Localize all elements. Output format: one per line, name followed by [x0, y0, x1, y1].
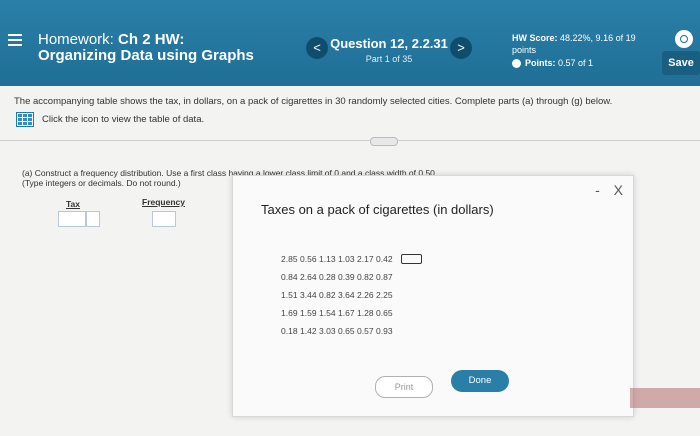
expand-handle[interactable]: [370, 137, 398, 146]
save-button[interactable]: Save: [662, 51, 700, 75]
question-title: Question 12, 2.2.31: [330, 36, 448, 51]
table-cell: 3.44: [300, 290, 317, 300]
score-panel: HW Score: 48.22%, 9.16 of 19 points Poin…: [512, 32, 636, 69]
table-row: 0.84 2.64 0.28 0.39 0.82 0.87: [281, 268, 422, 286]
table-cell: 0.84: [281, 272, 298, 282]
homework-label: Homework:: [38, 31, 114, 48]
table-row: 2.85 0.56 1.13 1.03 2.17 0.42: [281, 250, 422, 268]
divider: [0, 140, 700, 141]
view-table-link[interactable]: Click the icon to view the table of data…: [16, 112, 204, 127]
table-cell: 0.39: [338, 272, 355, 282]
copy-icon[interactable]: [401, 254, 422, 264]
table-cell: 3.64: [338, 290, 355, 300]
table-row: 1.51 3.44 0.82 3.64 2.26 2.25: [281, 286, 422, 304]
corner-action-button[interactable]: [630, 388, 700, 408]
table-cell: 2.64: [300, 272, 317, 282]
table-cell: 1.28: [357, 308, 374, 318]
table-cell: 2.26: [357, 290, 374, 300]
dialog-title: Taxes on a pack of cigarettes (in dollar…: [261, 202, 494, 217]
question-part: Part 1 of 35: [365, 54, 413, 64]
score-label: HW Score:: [512, 33, 558, 43]
close-icon[interactable]: X: [614, 182, 623, 198]
question-info: Question 12, 2.2.31 Part 1 of 35: [330, 36, 448, 64]
table-cell: 1.51: [281, 290, 298, 300]
homework-title: Homework: Ch 2 HW: Organizing Data using…: [38, 32, 254, 64]
homework-subtitle: Organizing Data using Graphs: [38, 47, 254, 64]
chevron-right-icon: >: [457, 40, 465, 55]
table-cell: 1.67: [338, 308, 355, 318]
table-cell: 0.87: [376, 272, 393, 282]
homework-name: Ch 2 HW:: [118, 31, 185, 48]
prev-question-button[interactable]: <: [306, 37, 328, 59]
data-table-dialog: - X Taxes on a pack of cigarettes (in do…: [232, 175, 634, 417]
next-question-button[interactable]: >: [450, 37, 472, 59]
view-table-text: Click the icon to view the table of data…: [42, 114, 205, 125]
points-label: Points:: [525, 58, 556, 68]
minimize-icon[interactable]: -: [595, 182, 600, 198]
column-tax: Tax: [66, 199, 81, 209]
score-unit: points: [512, 45, 537, 55]
tax-input-upper[interactable]: [86, 211, 100, 227]
table-cell: 0.82: [357, 272, 374, 282]
table-cell: 1.59: [300, 308, 317, 318]
menu-icon[interactable]: [8, 34, 22, 47]
table-cell: 1.54: [319, 308, 336, 318]
tax-data-table: 2.85 0.56 1.13 1.03 2.17 0.42 0.84 2.64 0.28 0.39…: [281, 250, 422, 340]
column-frequency: Frequency: [142, 197, 185, 207]
table-cell: 0.18: [281, 326, 298, 336]
table-cell: 1.69: [281, 308, 298, 318]
gear-icon[interactable]: [675, 30, 693, 48]
print-button[interactable]: Print: [375, 376, 433, 398]
points-status-icon: [512, 58, 521, 68]
table-cell: 0.57: [357, 326, 374, 336]
table-cell: 2.25: [376, 290, 393, 300]
top-header: Homework: Ch 2 HW: Organizing Data using…: [0, 0, 700, 86]
table-cell: 0.65: [338, 326, 355, 336]
table-icon[interactable]: [16, 112, 34, 127]
chevron-left-icon: <: [313, 40, 321, 55]
table-cell: 0.82: [319, 290, 336, 300]
points-value: 0.57 of 1: [558, 58, 594, 68]
table-cell: 1.13: [319, 254, 336, 264]
table-cell: 0.28: [319, 272, 336, 282]
tax-input[interactable]: [58, 211, 86, 227]
question-prompt: The accompanying table shows the tax, in…: [14, 96, 613, 107]
table-row: 0.18 1.42 3.03 0.65 0.57 0.93: [281, 322, 422, 340]
table-cell: 0.65: [376, 308, 393, 318]
table-cell: 0.56: [300, 254, 317, 264]
table-cell: 0.42: [376, 254, 393, 264]
table-cell: 3.03: [319, 326, 336, 336]
table-cell: 2.85: [281, 254, 298, 264]
table-row: 1.69 1.59 1.54 1.67 1.28 0.65: [281, 304, 422, 322]
frequency-input[interactable]: [152, 211, 176, 227]
table-cell: 1.42: [300, 326, 317, 336]
score-value: 48.22%, 9.16 of 19: [560, 33, 636, 43]
done-button[interactable]: Done: [451, 370, 509, 392]
table-cell: 0.93: [376, 326, 393, 336]
table-cell: 1.03: [338, 254, 355, 264]
table-cell: 2.17: [357, 254, 374, 264]
